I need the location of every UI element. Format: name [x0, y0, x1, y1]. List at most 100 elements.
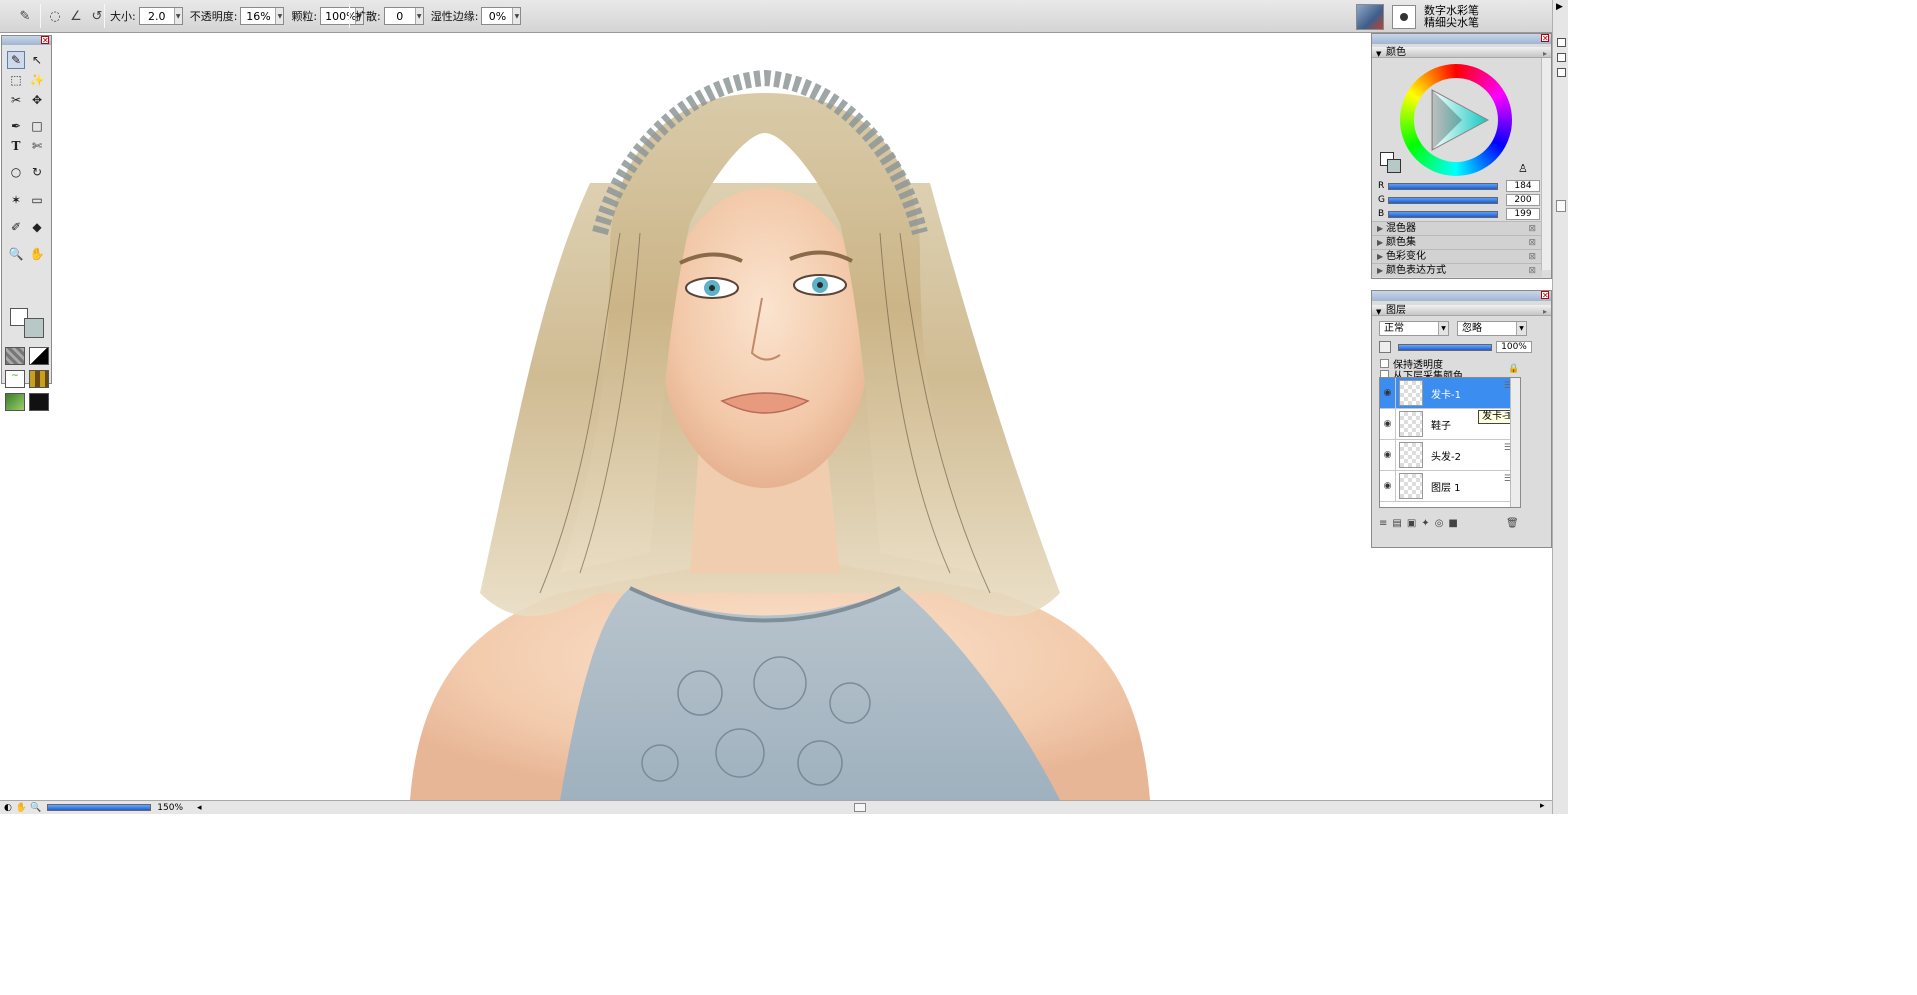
- look-icon[interactable]: [29, 393, 49, 411]
- eye-icon[interactable]: ◉: [1380, 471, 1396, 501]
- chevron-down-icon[interactable]: ▼: [1376, 307, 1381, 318]
- mask-icon[interactable]: ◎: [1435, 518, 1444, 529]
- rotate-icon[interactable]: ↻: [28, 163, 46, 181]
- layer-row[interactable]: ◉ 鞋子 ☰: [1380, 409, 1520, 440]
- brush-dab-icon[interactable]: [1392, 4, 1416, 29]
- scroll-right-icon[interactable]: ▸: [1540, 801, 1545, 811]
- nozzle-icon[interactable]: [5, 393, 25, 411]
- new-layer-icon[interactable]: ▤: [1392, 518, 1401, 529]
- transform-icon[interactable]: ✥: [28, 91, 46, 109]
- brush-category-name[interactable]: 数字水彩笔: [1424, 4, 1479, 17]
- color-panel-header[interactable]: ▼ 颜色 ▸: [1372, 47, 1551, 58]
- weave-icon[interactable]: [29, 370, 49, 388]
- blender-icon[interactable]: ✶: [7, 191, 25, 209]
- paint-bucket-icon[interactable]: ◆: [28, 218, 46, 236]
- brush-selector[interactable]: 数字水彩笔 精细尖水笔: [1342, 0, 1552, 33]
- zoom-level[interactable]: 150%: [157, 803, 183, 813]
- brush-variant-name[interactable]: 精细尖水笔: [1424, 16, 1479, 29]
- color-expression-panel-header[interactable]: ▶ 颜色表达方式 ⊠: [1372, 263, 1542, 277]
- zoom-slider[interactable]: [47, 804, 152, 811]
- layer-adjuster-icon[interactable]: ↖: [28, 51, 46, 69]
- dynamic-plugin-icon[interactable]: ✦: [1421, 518, 1429, 529]
- composite-method-select[interactable]: 忽略 ▼: [1457, 321, 1527, 336]
- stamp-icon[interactable]: ♙: [1518, 162, 1528, 175]
- gradient-icon[interactable]: ~: [5, 370, 25, 388]
- hand-icon[interactable]: ✋: [16, 803, 27, 813]
- color-variability-panel-header[interactable]: ▶ 色彩变化 ⊠: [1372, 249, 1542, 263]
- layers-panel-header[interactable]: ▼ 图层 ▸: [1372, 305, 1551, 316]
- panel-options-icon[interactable]: ▸: [1543, 306, 1547, 317]
- horizontal-scrollbar-thumb[interactable]: [854, 803, 866, 812]
- layer-row[interactable]: ◉ 头发-2 ☰: [1380, 440, 1520, 471]
- layer-opacity-slider[interactable]: [1398, 344, 1492, 351]
- eraser-icon[interactable]: ▭: [28, 191, 46, 209]
- b-value-field[interactable]: 199: [1506, 208, 1540, 220]
- b-slider[interactable]: [1388, 210, 1498, 218]
- chevron-down-icon[interactable]: ▼: [512, 8, 521, 24]
- layer-row[interactable]: ◉ 图层 1 ☰: [1380, 471, 1520, 502]
- saturation-triangle[interactable]: [1422, 86, 1490, 154]
- lock-icon[interactable]: 🔒: [1508, 364, 1519, 374]
- navigator-icon[interactable]: ◐: [4, 803, 12, 813]
- scroll-left-icon[interactable]: ◂: [197, 803, 202, 813]
- additional-color-swatch[interactable]: [1387, 159, 1401, 173]
- additional-color-swatch[interactable]: [24, 318, 44, 338]
- layer-list-scrollbar[interactable]: [1510, 378, 1520, 507]
- layer-attributes-icon[interactable]: ≡: [1379, 518, 1387, 529]
- freehand-stroke-icon[interactable]: ◌: [46, 7, 64, 25]
- scrollbar-thumb[interactable]: [1556, 200, 1566, 212]
- brush-category-icon[interactable]: [1356, 3, 1384, 30]
- panel-toggle-icon[interactable]: [1557, 38, 1566, 47]
- rectangle-select-icon[interactable]: ⬚: [7, 71, 25, 89]
- magnifier-icon[interactable]: 🔍: [7, 245, 25, 263]
- chevron-down-icon[interactable]: ▼: [275, 8, 284, 24]
- diffusion-field[interactable]: 0 ▼: [383, 7, 424, 25]
- panel-titlebar[interactable]: ✕: [1372, 34, 1551, 44]
- eye-icon[interactable]: ◉: [1380, 378, 1396, 408]
- g-slider[interactable]: [1388, 196, 1498, 204]
- scissors-icon[interactable]: ✄: [28, 137, 46, 155]
- panel-toggle-icon[interactable]: [1557, 68, 1566, 77]
- r-slider[interactable]: [1388, 182, 1498, 190]
- mixer-panel-header[interactable]: ▶ 混色器 ⊠: [1372, 221, 1542, 235]
- lasso-icon[interactable]: ○: [7, 163, 25, 181]
- g-value-field[interactable]: 200: [1506, 194, 1540, 206]
- color-sets-panel-header[interactable]: ▶ 颜色集 ⊠: [1372, 235, 1542, 249]
- swap-colors-icon[interactable]: [8, 313, 26, 325]
- blend-mode-select[interactable]: 正常 ▼: [1379, 321, 1449, 336]
- hue-ring[interactable]: [1400, 64, 1512, 176]
- straight-line-stroke-icon[interactable]: ∠: [67, 7, 85, 25]
- canvas[interactable]: [0, 33, 1552, 800]
- hand-icon[interactable]: ✋: [28, 245, 46, 263]
- toolbox-titlebar[interactable]: ✕: [2, 36, 51, 45]
- close-icon[interactable]: ✕: [1541, 291, 1549, 300]
- close-icon[interactable]: ✕: [41, 36, 49, 45]
- magnifier-icon[interactable]: 🔍: [30, 803, 41, 813]
- panel-toggle-icon[interactable]: [1557, 53, 1566, 62]
- crop-icon[interactable]: ✂: [7, 91, 25, 109]
- eye-icon[interactable]: ◉: [1380, 409, 1396, 439]
- group-layers-icon[interactable]: ▣: [1407, 518, 1416, 529]
- pen-icon[interactable]: ✒: [7, 117, 25, 135]
- expand-arrow-icon[interactable]: ▶: [1556, 2, 1563, 12]
- paper-icon[interactable]: [5, 347, 25, 365]
- layer-mask-icon[interactable]: ■: [1448, 518, 1457, 529]
- wet-fringe-field[interactable]: 0% ▼: [481, 7, 522, 25]
- shape-icon[interactable]: □: [28, 117, 46, 135]
- r-value-field[interactable]: 184: [1506, 180, 1540, 192]
- chevron-down-icon[interactable]: ▼: [414, 8, 423, 24]
- pattern-icon[interactable]: [29, 347, 49, 365]
- dropper-icon[interactable]: ✐: [7, 218, 25, 236]
- panel-titlebar[interactable]: ✕: [1372, 291, 1551, 301]
- chevron-down-icon[interactable]: ▼: [173, 8, 182, 24]
- size-field[interactable]: 2.0 ▼: [138, 7, 183, 25]
- close-icon[interactable]: ✕: [1541, 34, 1549, 43]
- magic-wand-icon[interactable]: ✨: [28, 71, 46, 89]
- opacity-field[interactable]: 16% ▼: [240, 7, 285, 25]
- brush-icon[interactable]: ✎: [7, 51, 25, 69]
- trash-icon[interactable]: 🗑: [1506, 518, 1519, 529]
- layer-row[interactable]: ◉ 发卡-1 ☰ 发卡-1: [1380, 378, 1520, 424]
- eye-icon[interactable]: ◉: [1380, 440, 1396, 470]
- chevron-down-icon[interactable]: ▼: [1376, 49, 1381, 60]
- scrollbar[interactable]: [1541, 58, 1551, 270]
